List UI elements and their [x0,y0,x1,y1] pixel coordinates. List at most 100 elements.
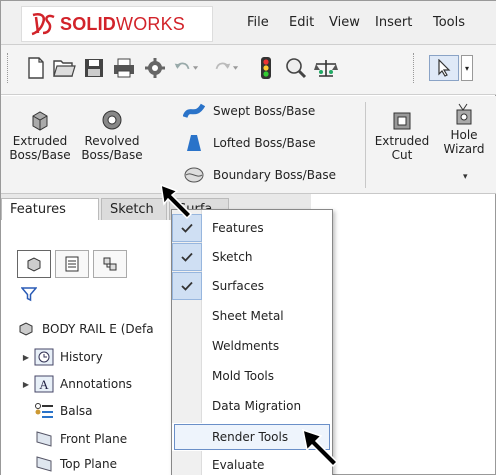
new-document-icon[interactable] [23,54,49,82]
menu-item-surfaces[interactable]: Surfaces [172,272,332,300]
revolved-boss-button[interactable]: Revolved Boss/Base [73,108,151,162]
open-folder-icon[interactable] [51,54,77,82]
revolved-boss-label: Revolved Boss/Base [81,134,143,162]
revolved-boss-icon [102,110,122,130]
extruded-boss-icon [32,111,48,131]
history-icon [33,347,55,367]
tree-root-part[interactable]: BODY RAIL E (Defa [1,318,154,340]
part-icon [15,319,37,339]
menu-edit[interactable]: Edit [289,15,314,30]
command-separator [365,102,366,188]
menu-item-mold-tools[interactable]: Mold Tools [172,362,332,390]
filter-icon[interactable] [20,286,38,305]
tree-item-front-plane[interactable]: Front Plane [1,428,127,450]
empty-check-slot [172,362,202,390]
empty-check-slot [172,451,202,475]
select-dropdown-icon[interactable]: ▾ [461,55,473,81]
swept-boss-icon [181,100,207,122]
tree-item-history-label: History [60,350,103,364]
extruded-boss-label: Extruded Boss/Base [9,134,71,162]
solidworks-logo[interactable]: SOLIDWORKS [21,6,213,42]
menu-view[interactable]: View [329,15,360,30]
part-icon [27,257,41,272]
tab-features-label: Features [10,202,66,217]
tree-item-top-plane-label: Top Plane [60,457,117,471]
save-icon[interactable] [81,54,107,82]
material-icon [33,401,55,421]
menu-item-label: Weldments [212,339,280,353]
menu-item-label: Sheet Metal [212,309,284,323]
hole-wizard-icon [456,103,472,125]
feature-tree-tab[interactable] [17,250,51,278]
tree-item-balsa[interactable]: Balsa [1,400,93,422]
menu-item-label: Data Migration [212,399,302,413]
lofted-boss-label: Lofted Boss/Base [213,136,316,150]
menu-item-label: Sketch [212,250,253,264]
tree-root-label: BODY RAIL E (Defa [42,322,154,336]
extruded-cut-icon [393,112,411,130]
tree-item-annotations-label: Annotations [60,377,133,391]
scale-icon[interactable] [313,54,339,82]
brand-suffix: WORKS [116,13,186,34]
empty-check-slot [172,332,202,360]
brand-prefix: SOLID [60,13,117,34]
menu-insert[interactable]: Insert [375,15,412,30]
menu-tools[interactable]: Tools [433,15,465,30]
feature-manager-panel: BODY RAIL E (Defa ▶ History ▶ A Annotati… [1,220,191,475]
rebuild-icon[interactable] [283,54,309,82]
command-manager: Extruded Boss/Base Revolved Boss/Base Sw… [1,96,496,194]
plane-icon [33,454,55,474]
boundary-boss-label: Boundary Boss/Base [213,168,336,182]
tree-item-top-plane[interactable]: Top Plane [1,453,117,475]
annotations-icon: A [33,374,55,394]
ds-logo-icon [31,13,55,36]
plane-icon [33,429,55,449]
menu-item-weldments[interactable]: Weldments [172,332,332,360]
title-bar: SOLIDWORKS File Edit View Insert Tools [1,1,496,45]
menu-item-label: Evaluate [212,458,265,472]
configuration-icon [103,257,117,271]
tree-item-balsa-label: Balsa [60,404,93,418]
tab-features[interactable]: Features [1,198,99,220]
menu-item-data-migration[interactable]: Data Migration [172,392,332,420]
hole-wizard-dropdown-icon[interactable]: ▾ [463,171,468,182]
tree-item-annotations[interactable]: ▶ A Annotations [1,373,132,395]
lofted-boss-icon [181,132,207,154]
extruded-boss-button[interactable]: Extruded Boss/Base [7,108,73,162]
toolbar-separator [413,53,415,83]
menu-item-sketch[interactable]: Sketch [172,243,332,271]
menu-item-sheet-metal[interactable]: Sheet Metal [172,302,332,330]
tree-item-history[interactable]: ▶ History [1,346,103,368]
expand-arrow-icon[interactable]: ▶ [19,353,33,362]
menu-item-label: Surfaces [212,279,264,293]
menu-item-label: Render Tools [212,430,289,444]
configuration-manager-tab[interactable] [93,250,127,278]
expand-arrow-icon[interactable]: ▶ [19,380,33,389]
swept-boss-button[interactable]: Swept Boss/Base [181,100,315,122]
menu-item-label: Features [212,221,264,235]
swept-boss-label: Swept Boss/Base [213,104,316,118]
menu-file[interactable]: File [247,15,269,30]
pointer-arrow-icon [160,183,193,220]
hole-wizard-label: Hole Wizard [443,128,485,156]
extruded-cut-button[interactable]: Extruded Cut [371,108,433,162]
hole-wizard-button[interactable]: Hole Wizard [437,102,491,156]
tree-item-front-plane-label: Front Plane [60,432,128,446]
property-manager-tab[interactable] [55,250,89,278]
menu-item-label: Mold Tools [212,369,275,383]
feature-manager-tabs [17,250,131,280]
pointer-arrow-icon [302,428,339,468]
print-icon[interactable] [111,54,137,82]
select-arrow-icon[interactable] [429,55,459,81]
traffic-light-icon[interactable] [253,54,279,82]
extruded-cut-label: Extruded Cut [374,134,430,162]
redo-icon[interactable] [213,54,239,82]
empty-check-slot [172,302,202,330]
standard-toolbar: ▾ [1,45,496,95]
boundary-boss-button[interactable]: Boundary Boss/Base [181,164,336,186]
undo-icon[interactable] [173,54,199,82]
options-gear-icon[interactable] [143,54,169,82]
property-list-icon [65,256,79,272]
lofted-boss-button[interactable]: Lofted Boss/Base [181,132,316,154]
brand-name: SOLIDWORKS [60,14,185,35]
